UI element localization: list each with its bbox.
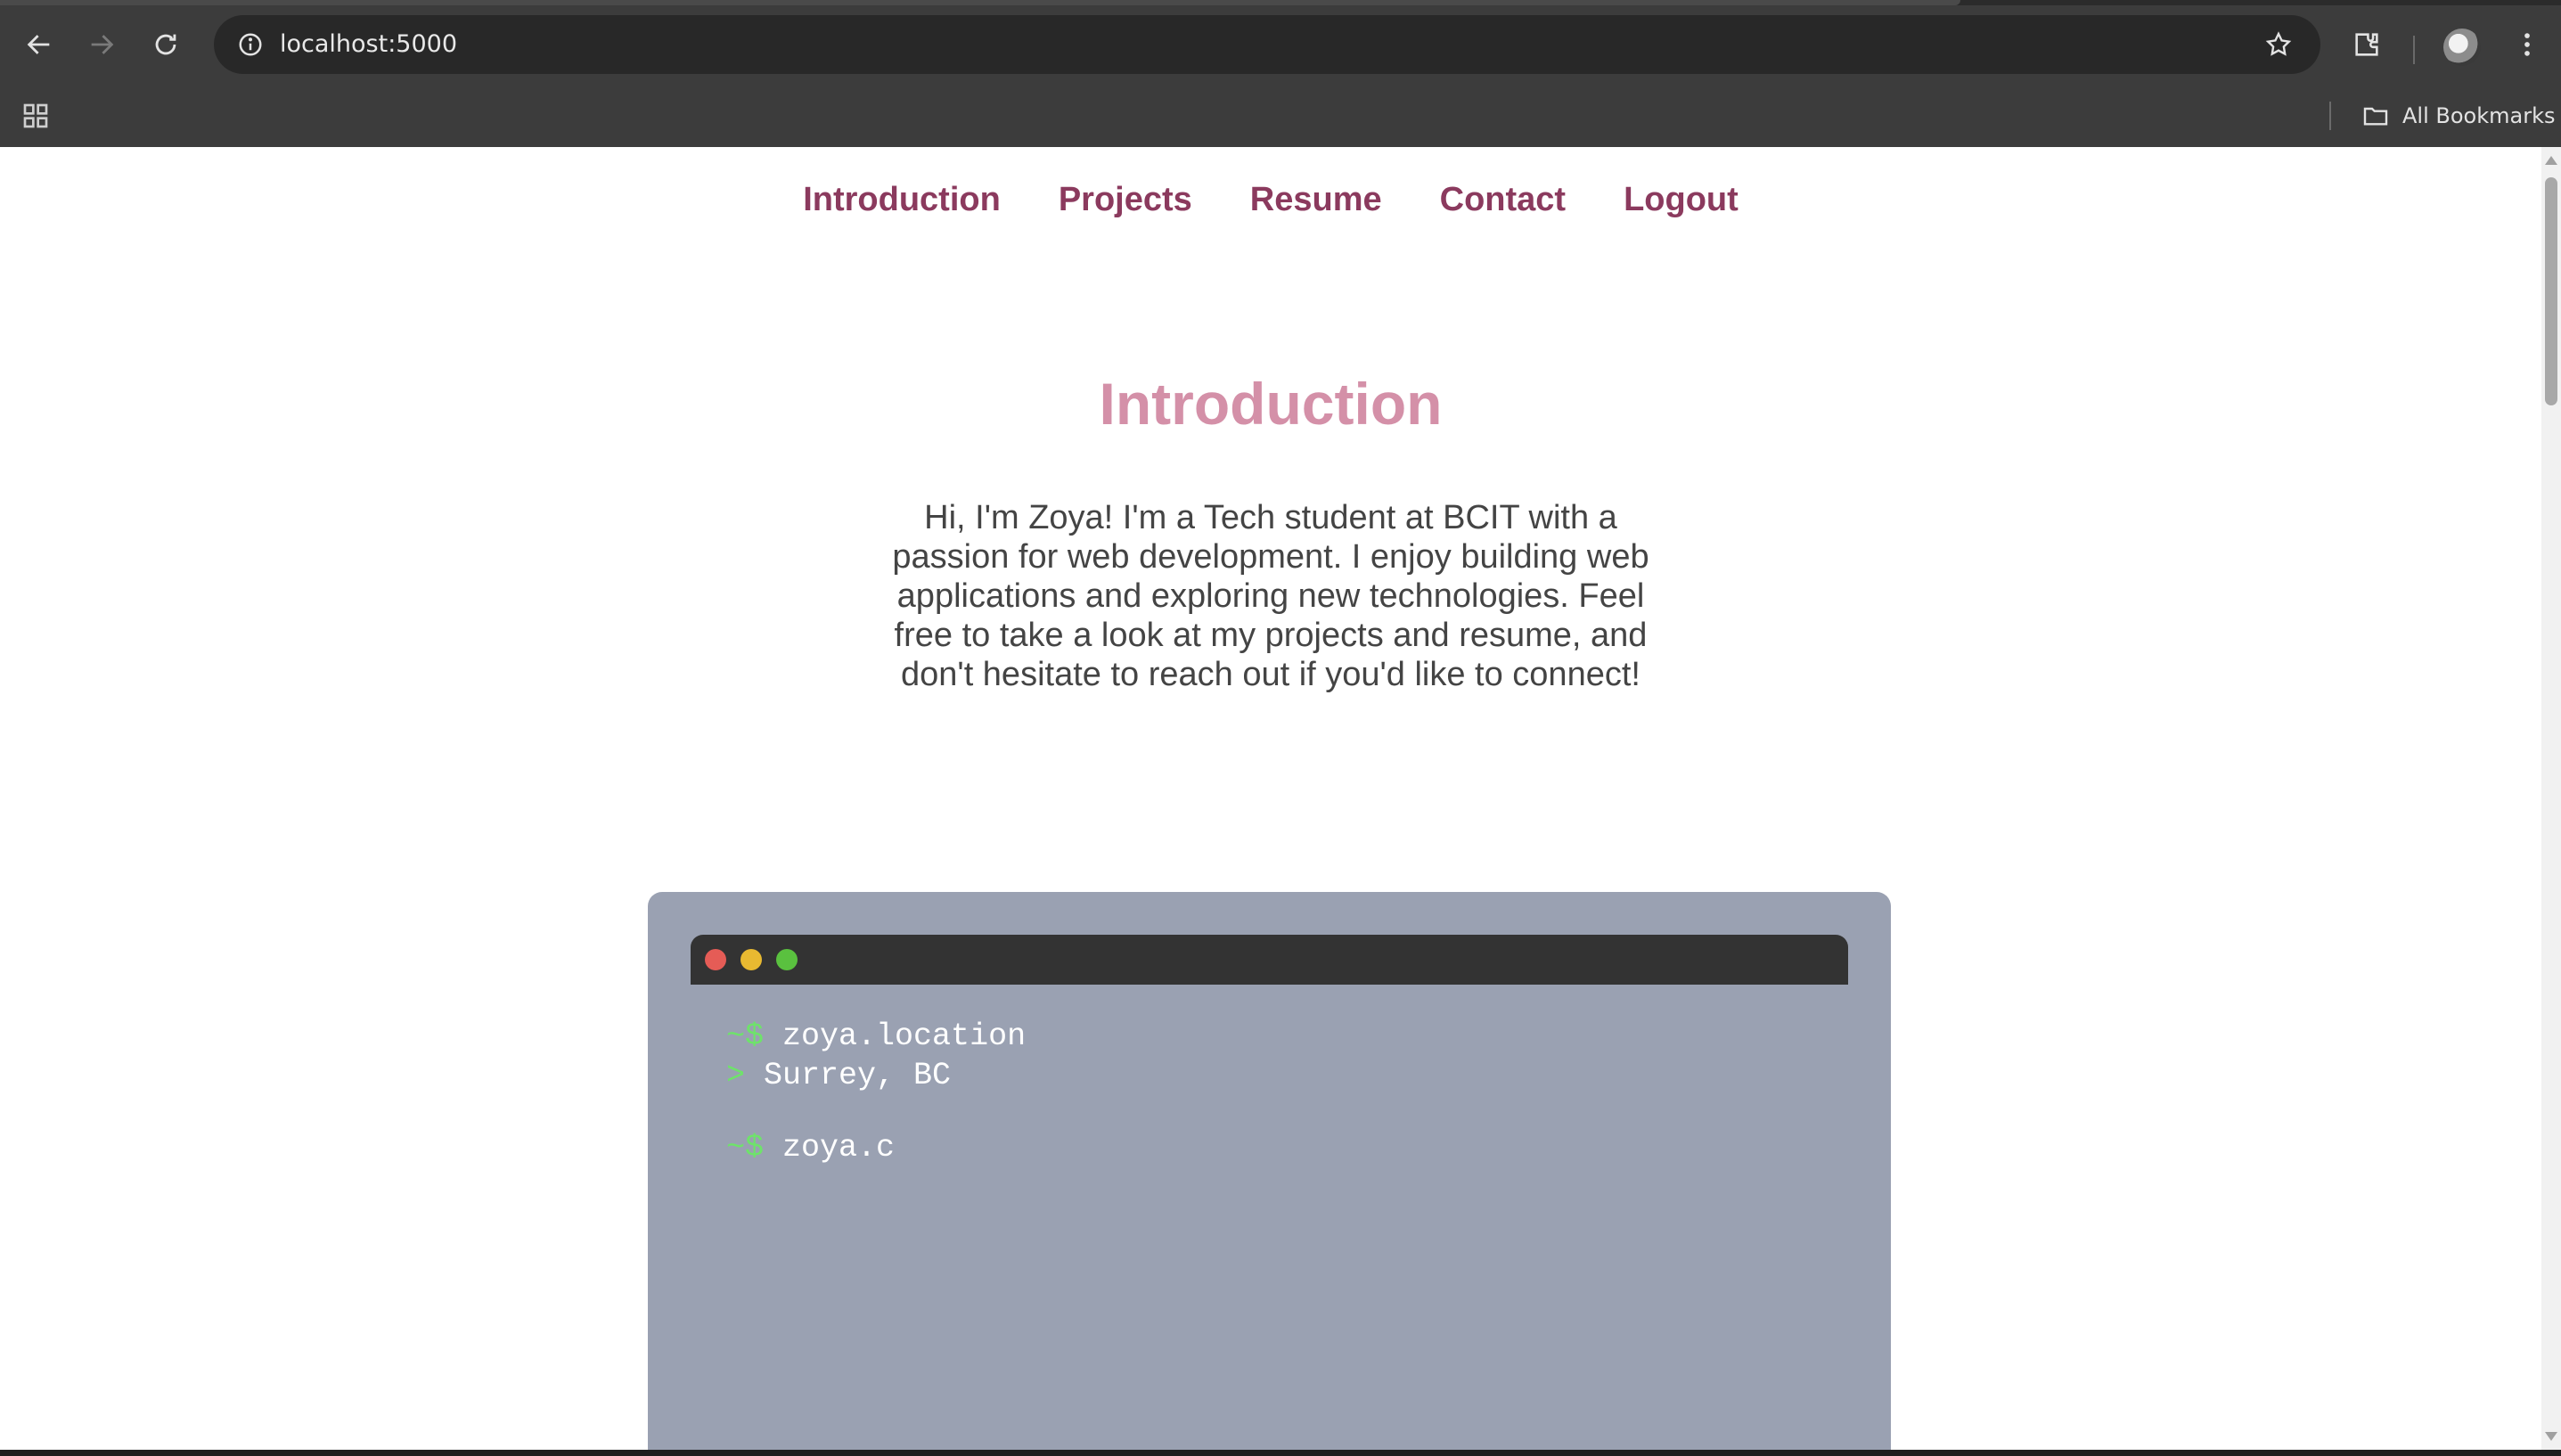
page-title: Introduction <box>1099 371 1443 437</box>
minimize-dot-icon <box>740 949 762 970</box>
terminal-output-line: > Surrey, BC <box>726 1056 1796 1095</box>
apps-grid-icon[interactable] <box>16 96 55 135</box>
terminal-prompt: ~$ <box>726 1130 765 1166</box>
nav-link-logout[interactable]: Logout <box>1624 168 1739 231</box>
toolbar-divider <box>2413 36 2415 64</box>
terminal-output-marker: > <box>726 1058 746 1093</box>
site-nav: Introduction Projects Resume Contact Log… <box>0 168 2541 231</box>
url-input[interactable] <box>280 15 2151 74</box>
site-info-icon[interactable] <box>228 22 273 67</box>
page-viewport: Introduction Projects Resume Contact Log… <box>0 147 2541 1450</box>
terminal-command-line: ~$ zoya.location <box>726 1017 1796 1056</box>
all-bookmarks-label: All Bookmarks <box>2402 103 2556 128</box>
browser-toolbar <box>0 9 2561 80</box>
arrow-right-icon <box>91 35 114 54</box>
terminal-command: zoya.c <box>782 1130 896 1166</box>
back-button[interactable] <box>14 20 64 70</box>
forward-button[interactable] <box>77 20 127 70</box>
page-scrollbar[interactable] <box>2541 147 2561 1450</box>
extensions-icon[interactable] <box>2342 20 2392 70</box>
menu-kebab-icon[interactable] <box>2502 20 2552 70</box>
scrollbar-thumb[interactable] <box>2545 177 2557 405</box>
terminal-prompt: ~$ <box>726 1018 765 1054</box>
scroll-down-arrow-icon[interactable] <box>2545 1432 2557 1441</box>
terminal-command-line: ~$ zoya.c <box>726 1128 1796 1167</box>
terminal-body: ~$ zoya.location > Surrey, BC ~$ zoya.c <box>726 1017 1796 1167</box>
reload-button[interactable] <box>141 20 191 70</box>
close-dot-icon <box>705 949 726 970</box>
nav-link-resume[interactable]: Resume <box>1250 168 1382 231</box>
tab-strip <box>0 0 2561 5</box>
terminal-card: ~$ zoya.location > Surrey, BC ~$ zoya.c <box>648 892 1891 1450</box>
profile-avatar[interactable] <box>2443 29 2481 66</box>
window-bottom-edge <box>0 1450 2561 1456</box>
nav-link-projects[interactable]: Projects <box>1059 168 1192 231</box>
nav-link-introduction[interactable]: Introduction <box>803 168 1001 231</box>
maximize-dot-icon <box>776 949 798 970</box>
reload-icon <box>155 34 176 55</box>
active-tab[interactable] <box>0 0 1960 5</box>
all-bookmarks-button[interactable]: All Bookmarks <box>2361 94 2555 137</box>
browser-chrome: All Bookmarks <box>0 0 2561 147</box>
bookmarks-divider <box>2329 102 2331 130</box>
scroll-up-arrow-icon[interactable] <box>2545 156 2557 165</box>
terminal-title-bar <box>691 935 1848 985</box>
folder-icon <box>2363 107 2388 126</box>
nav-link-contact[interactable]: Contact <box>1440 168 1566 231</box>
intro-paragraph: Hi, I'm Zoya! I'm a Tech student at BCIT… <box>892 499 1649 693</box>
address-bar[interactable] <box>214 15 2320 74</box>
arrow-left-icon <box>27 35 50 54</box>
terminal-spacer <box>726 1095 1796 1128</box>
terminal-output: Surrey, BC <box>764 1058 952 1093</box>
bookmarks-bar: All Bookmarks <box>0 89 2561 147</box>
bookmark-star-icon[interactable] <box>2256 22 2301 67</box>
terminal-command: zoya.location <box>782 1018 1027 1054</box>
